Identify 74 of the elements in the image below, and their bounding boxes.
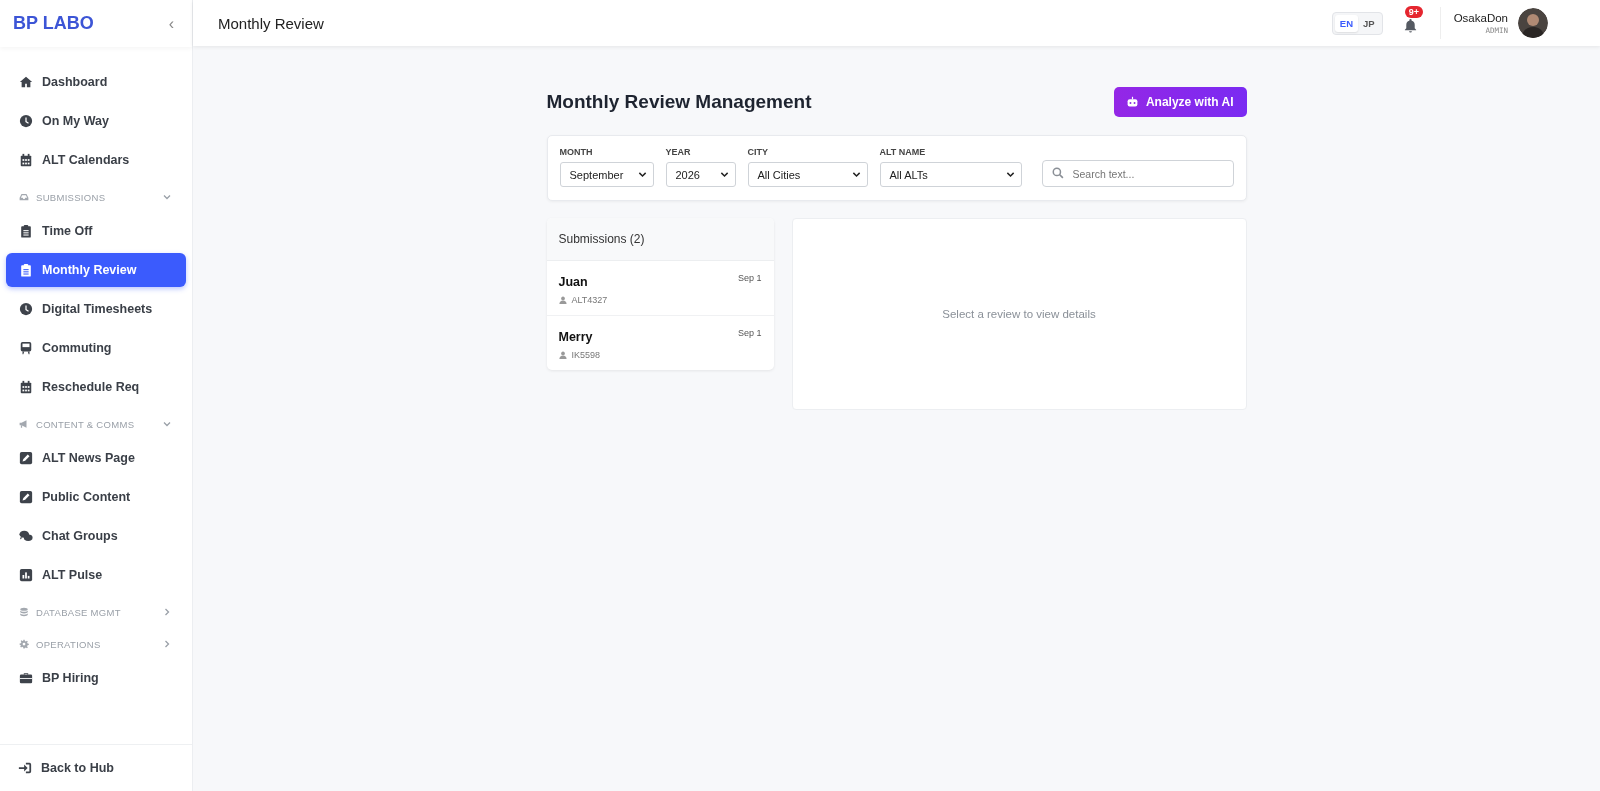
calendar-icon bbox=[19, 380, 33, 394]
tray-icon bbox=[19, 192, 29, 202]
sidebar-item[interactable]: Dashboard bbox=[6, 65, 186, 99]
filter-dropdown[interactable]: All Cities bbox=[747, 162, 868, 187]
submission-item[interactable]: Juan Sep 1 ALT4327 bbox=[546, 261, 774, 316]
briefcase-icon bbox=[19, 671, 33, 685]
app-logo[interactable]: BP LABO bbox=[13, 13, 94, 34]
caret-icon bbox=[637, 170, 647, 179]
clock-icon bbox=[19, 302, 33, 316]
calendar-icon bbox=[19, 153, 33, 167]
user-icon bbox=[558, 351, 567, 359]
sidebar-item[interactable]: ALT Pulse bbox=[6, 558, 186, 592]
user-icon bbox=[558, 296, 567, 304]
sidebar-item[interactable]: Digital Timesheets bbox=[6, 292, 186, 326]
caret-icon bbox=[851, 170, 861, 179]
submission-item[interactable]: Merry Sep 1 IK5598 bbox=[546, 316, 774, 370]
bus-icon bbox=[19, 341, 33, 355]
sidebar-item[interactable]: ALT Calendars bbox=[6, 143, 186, 177]
page-title: Monthly Review bbox=[218, 14, 324, 32]
sidebar-item[interactable]: Chat Groups bbox=[6, 519, 186, 553]
submission-id: IK5598 bbox=[571, 350, 601, 360]
clock-icon bbox=[19, 114, 33, 128]
chevron-right-icon bbox=[162, 639, 172, 649]
sidebar-item[interactable]: ALT News Page bbox=[6, 441, 186, 475]
submission-name: Merry bbox=[558, 330, 593, 344]
back-to-hub-link[interactable]: Back to Hub bbox=[0, 744, 192, 791]
caret-icon bbox=[1005, 170, 1015, 179]
filter-label: ALT NAME bbox=[879, 147, 927, 157]
sign-in-icon bbox=[18, 761, 32, 775]
submission-date: Sep 1 bbox=[737, 328, 762, 338]
sidebar-item[interactable]: Public Content bbox=[6, 480, 186, 514]
avatar[interactable] bbox=[1518, 8, 1548, 38]
sidebar-item[interactable]: Reschedule Req bbox=[6, 370, 186, 404]
filter-dropdown[interactable]: All ALTs bbox=[879, 162, 1022, 187]
submission-date: Sep 1 bbox=[737, 273, 762, 283]
sidebar-item[interactable]: BP Hiring bbox=[6, 661, 186, 695]
pencil-icon bbox=[19, 490, 33, 504]
sidebar-item[interactable]: Commuting bbox=[6, 331, 186, 365]
list-heading: Submissions (2) bbox=[558, 232, 645, 246]
chevron-right-icon bbox=[162, 607, 172, 617]
robot-icon bbox=[1125, 95, 1139, 109]
caret-icon bbox=[719, 170, 729, 179]
search-field[interactable]: Search text... bbox=[1041, 160, 1234, 187]
chevron-down-icon bbox=[162, 192, 172, 202]
submission-id: ALT4327 bbox=[571, 295, 608, 305]
notification-badge: 9+ bbox=[1404, 5, 1423, 18]
filter-label: MONTH bbox=[559, 147, 594, 157]
bell-icon[interactable] bbox=[1402, 17, 1418, 33]
gear-icon bbox=[19, 639, 29, 649]
clipboard-icon bbox=[19, 263, 33, 277]
collapse-sidebar-button[interactable]: ‹ bbox=[164, 14, 178, 33]
filter-label: YEAR bbox=[665, 147, 692, 157]
search-icon bbox=[1051, 167, 1064, 179]
sidebar-item[interactable]: Time Off bbox=[6, 214, 186, 248]
language-option[interactable]: JP bbox=[1358, 14, 1380, 32]
submission-name: Juan bbox=[558, 275, 588, 289]
empty-state-text: Select a review to view details bbox=[942, 308, 1096, 320]
filter-dropdown[interactable]: September bbox=[559, 162, 654, 187]
clipboard-icon bbox=[19, 224, 33, 238]
user-name: OsakaDon bbox=[1453, 11, 1508, 24]
chart-icon bbox=[19, 568, 33, 582]
megaphone-icon bbox=[19, 419, 29, 429]
pencil-icon bbox=[19, 451, 33, 465]
page-heading: Monthly Review Management bbox=[546, 91, 812, 113]
language-option[interactable]: EN bbox=[1334, 14, 1359, 32]
analyze-button[interactable]: Analyze with AI bbox=[1113, 87, 1247, 117]
chat-icon bbox=[19, 529, 33, 543]
chevron-down-icon bbox=[162, 419, 172, 429]
filter-label: CITY bbox=[747, 147, 769, 157]
sidebar-item[interactable]: Monthly Review bbox=[6, 253, 186, 287]
database-icon bbox=[19, 607, 29, 617]
home-icon bbox=[19, 75, 33, 89]
filter-dropdown[interactable]: 2026 bbox=[665, 162, 736, 187]
sidebar-item[interactable]: On My Way bbox=[6, 104, 186, 138]
